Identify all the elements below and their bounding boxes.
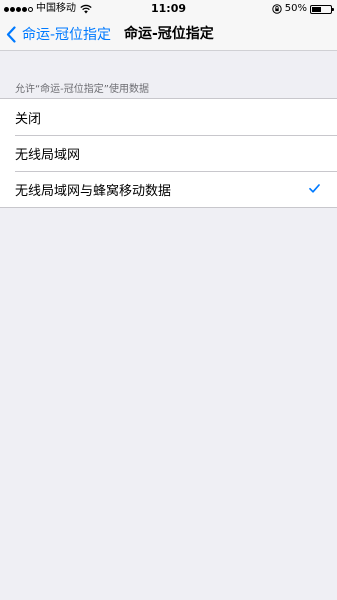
page-title: 命运-冠位指定: [124, 26, 214, 42]
option-label: 无线局域网与蜂窝移动数据: [15, 183, 172, 199]
option-wlan[interactable]: 无线局域网: [0, 135, 337, 171]
chevron-left-icon: [6, 25, 16, 43]
battery-percent: 50%: [284, 3, 307, 14]
battery-icon: [310, 4, 334, 14]
status-right: 50%: [272, 0, 334, 18]
data-usage-options: 关闭 无线局域网 无线局域网与蜂窝移动数据: [0, 98, 337, 208]
rotation-lock-icon: [272, 4, 282, 14]
option-off[interactable]: 关闭: [0, 99, 337, 135]
option-label: 无线局域网: [15, 147, 81, 163]
battery-fill: [312, 6, 321, 12]
back-button-label: 命运-冠位指定: [22, 27, 112, 43]
status-bar: 中国移动 11:09 50%: [0, 0, 337, 18]
navigation-bar: 命运-冠位指定 命运-冠位指定: [0, 18, 337, 51]
option-wlan-and-cellular[interactable]: 无线局域网与蜂窝移动数据: [0, 171, 337, 207]
section-header: 允许“命运-冠位指定”使用数据: [15, 84, 149, 95]
back-button[interactable]: 命运-冠位指定: [6, 18, 111, 50]
checkmark-icon: [309, 184, 320, 193]
option-label: 关闭: [15, 111, 42, 127]
